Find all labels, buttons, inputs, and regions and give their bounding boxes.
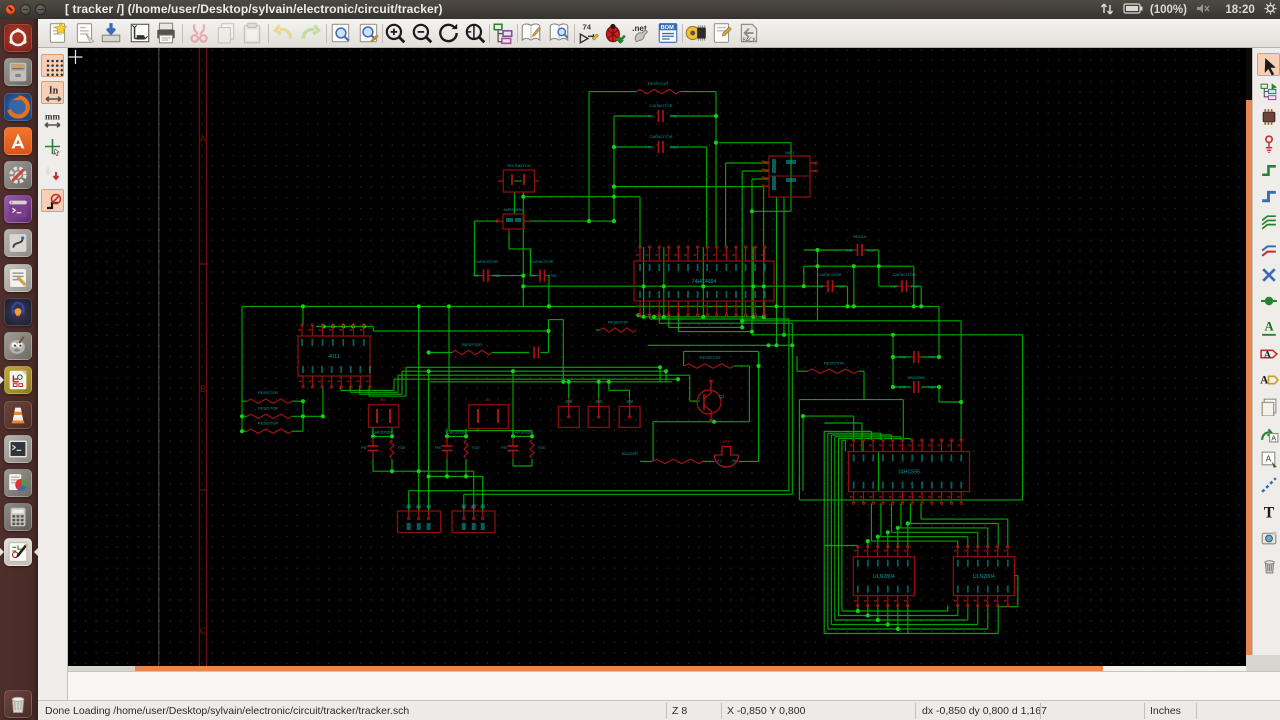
- svg-text:RESISTOR: RESISTOR: [824, 361, 844, 366]
- svg-text:SW: SW: [565, 399, 572, 404]
- svg-text:74HC595: 74HC595: [898, 470, 920, 476]
- svg-text:FDE: FDE: [670, 115, 678, 119]
- svg-text:SP1: SP1: [722, 439, 730, 444]
- svg-text:A: A: [1263, 350, 1270, 360]
- svg-text:CAPACITOR: CAPACITOR: [819, 272, 842, 277]
- svg-text:74HC4094: 74HC4094: [692, 279, 717, 285]
- svg-text:RESISTOR: RESISTOR: [258, 406, 278, 411]
- svg-text:PIE: PIE: [501, 446, 508, 450]
- svg-text:CAPACITOR: CAPACITOR: [475, 259, 498, 264]
- svg-text:mm: mm: [45, 111, 60, 121]
- svg-text:BU: BU: [732, 459, 738, 463]
- svg-text:B: B: [200, 384, 206, 394]
- svg-text:CAP,STOR: CAP,STOR: [512, 430, 533, 435]
- svg-text:CAPACITOR: CAPACITOR: [650, 134, 673, 139]
- svg-text:A: A: [1265, 454, 1271, 464]
- svg-text:CAP,STOR: CAP,STOR: [446, 430, 467, 435]
- svg-text:FDE: FDE: [493, 274, 501, 278]
- svg-text:CAPACITOR: CAPACITOR: [531, 259, 554, 264]
- svg-text:A: A: [1271, 433, 1276, 442]
- svg-text:A: A: [1264, 319, 1274, 333]
- svg-text:RESISTOR: RESISTOR: [462, 342, 482, 347]
- svg-text:RESISTOR: RESISTOR: [258, 390, 278, 395]
- svg-text:PIE: PIE: [529, 274, 536, 278]
- svg-text:PIE: PIE: [473, 274, 480, 278]
- svg-text:PIE: PIE: [900, 386, 907, 390]
- svg-text:FDE: FDE: [398, 446, 406, 450]
- svg-text:CAPACITOR: CAPACITOR: [893, 272, 916, 277]
- svg-text:FDE: FDE: [837, 285, 845, 289]
- svg-text:CAPACITOR: CAPACITOR: [650, 103, 673, 108]
- svg-text:A: A: [200, 134, 206, 144]
- svg-text:BUZZER: BUZZER: [622, 451, 638, 456]
- svg-text:CAP,STOR: CAP,STOR: [372, 430, 393, 435]
- svg-text:RESISTOR: RESISTOR: [608, 320, 628, 325]
- svg-text:FDE: FDE: [670, 146, 678, 150]
- svg-text:PIE: PIE: [648, 146, 655, 150]
- svg-text:FDE: FDE: [911, 285, 919, 289]
- svg-text:A: A: [1260, 375, 1268, 387]
- svg-text:ULN2804: ULN2804: [873, 574, 895, 580]
- svg-text:ULN2804: ULN2804: [973, 574, 995, 580]
- svg-text:REGUL: REGUL: [853, 234, 868, 239]
- svg-text:PIE: PIE: [648, 115, 655, 119]
- svg-text:SW: SW: [626, 399, 633, 404]
- svg-text:P1: P1: [416, 505, 422, 510]
- svg-text:PIE: PIE: [361, 446, 368, 450]
- svg-text:FDE: FDE: [549, 274, 557, 278]
- svg-text:In: In: [48, 85, 58, 96]
- svg-text:P1: P1: [471, 505, 477, 510]
- svg-text:Q1: Q1: [719, 394, 725, 399]
- svg-text:ARA2008: ARA2008: [907, 375, 925, 380]
- svg-text:FDE: FDE: [928, 356, 936, 360]
- svg-text:RESISTOR: RESISTOR: [700, 355, 720, 360]
- svg-text:ANTENNA: ANTENNA: [503, 207, 522, 212]
- svg-text:U4: U4: [485, 397, 491, 402]
- svg-text:FDE: FDE: [928, 386, 936, 390]
- svg-text:BACK: BACK: [742, 38, 756, 44]
- svg-text:PIE: PIE: [900, 356, 907, 360]
- svg-text:U5: U5: [380, 397, 386, 402]
- svg-text:SW: SW: [595, 399, 602, 404]
- svg-text:FDE: FDE: [867, 249, 875, 253]
- svg-text:C: C: [200, 626, 207, 636]
- svg-text:RESISTOR: RESISTOR: [648, 81, 668, 86]
- svg-text:PIE: PIE: [891, 285, 898, 289]
- svg-text:T: T: [1263, 504, 1274, 521]
- svg-text:FDE: FDE: [538, 446, 546, 450]
- svg-text:BOM: BOM: [661, 25, 674, 31]
- svg-text:4011: 4011: [328, 354, 339, 360]
- svg-text:BAT1: BAT1: [785, 150, 795, 155]
- svg-text:V?: V?: [717, 459, 722, 463]
- svg-text:RESISTOR: RESISTOR: [258, 421, 278, 426]
- svg-text:FDE: FDE: [472, 446, 480, 450]
- svg-text:PM SWITCH: PM SWITCH: [508, 163, 531, 168]
- svg-text:74: 74: [583, 23, 592, 32]
- svg-text:PIE: PIE: [817, 285, 824, 289]
- svg-text:PIE: PIE: [435, 446, 442, 450]
- svg-text:PIE: PIE: [846, 249, 853, 253]
